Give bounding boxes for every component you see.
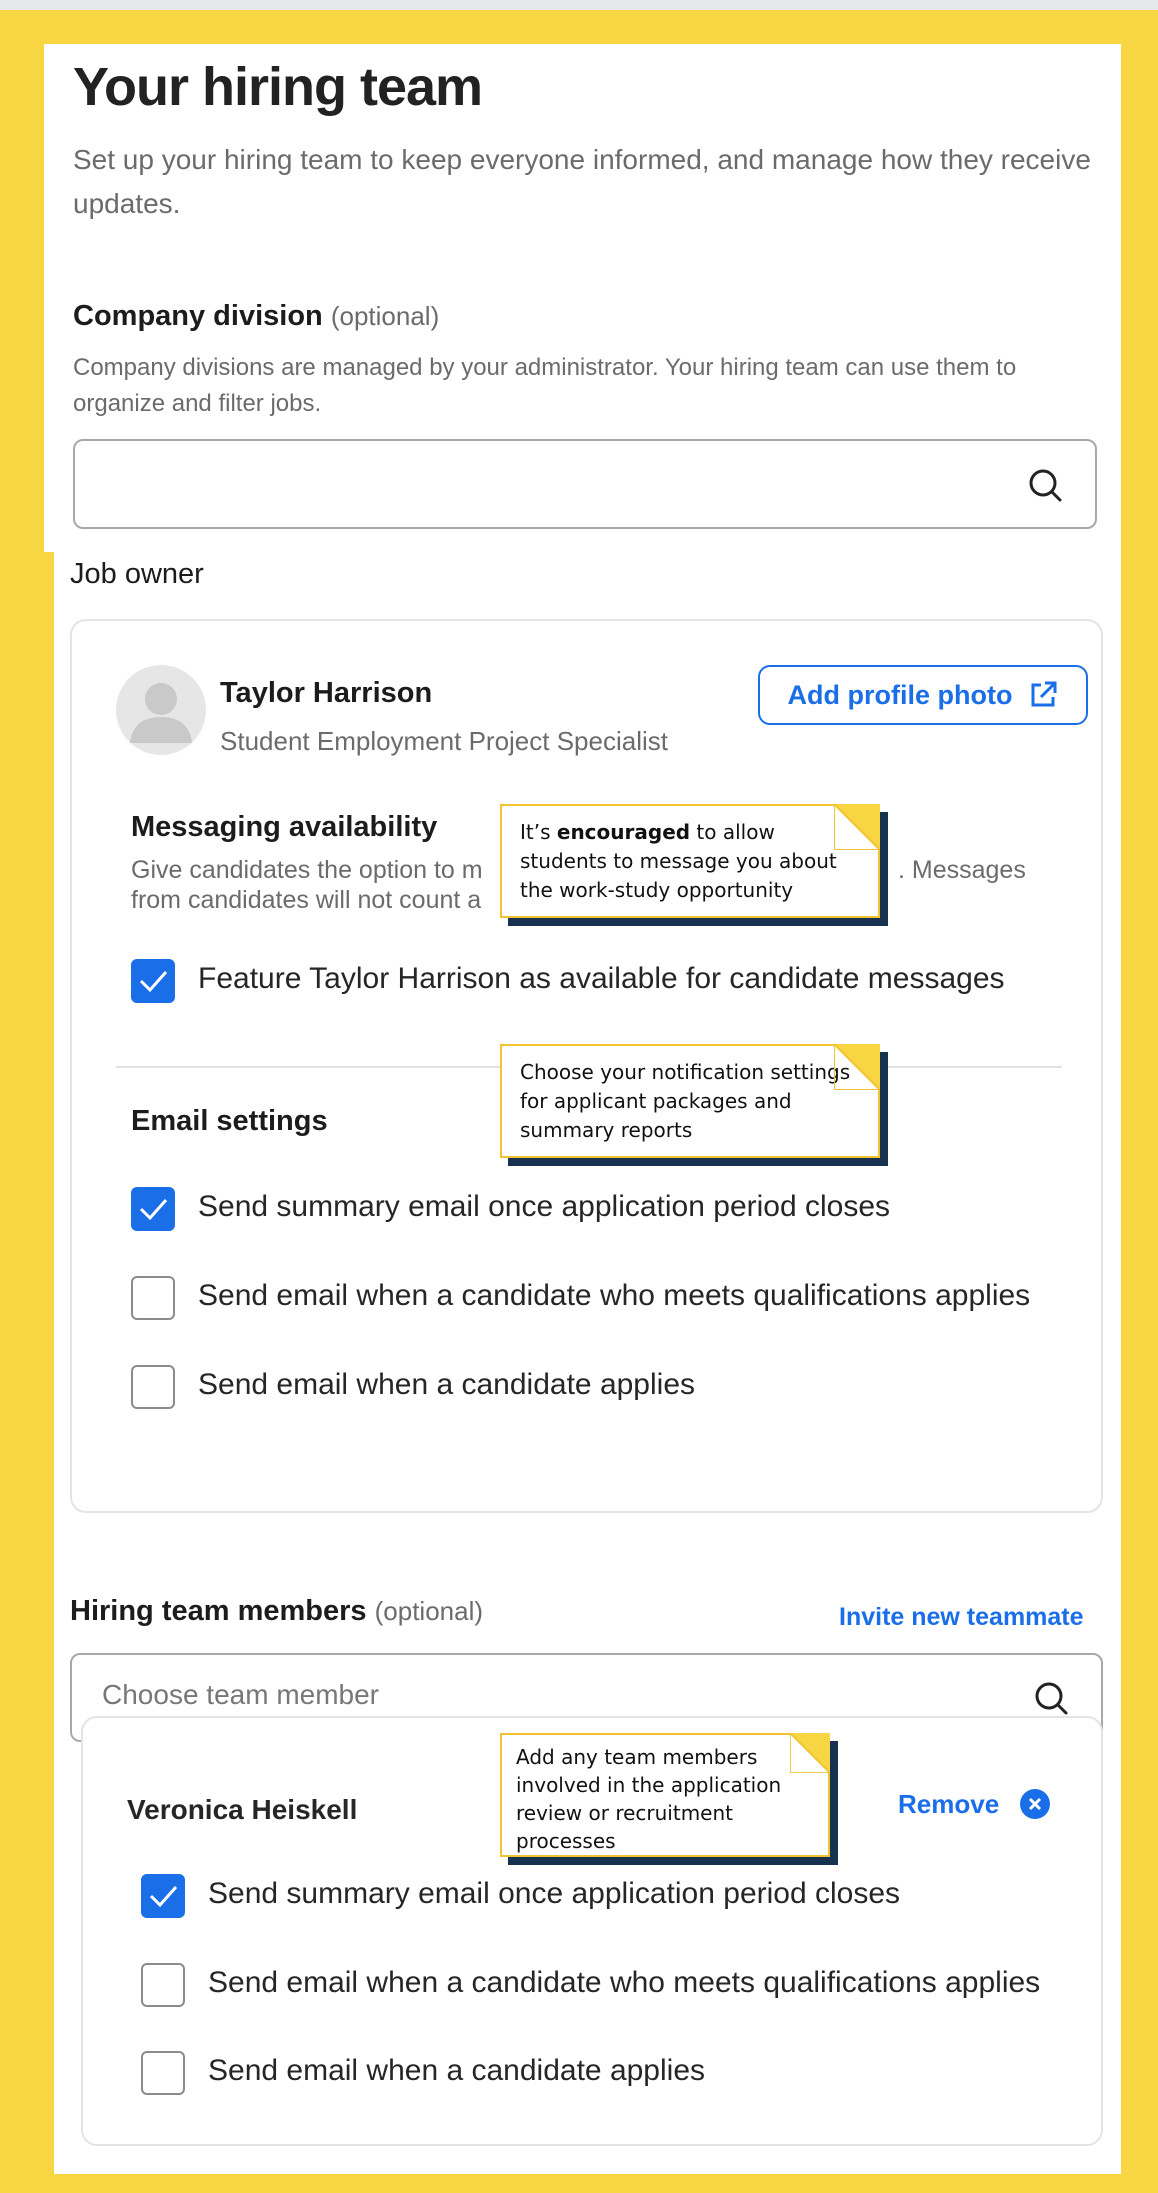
messaging-title: Messaging availability	[131, 811, 438, 843]
optional-tag: (optional)	[330, 301, 440, 331]
feature-owner-checkbox[interactable]	[131, 959, 175, 1003]
search-icon[interactable]	[1025, 465, 1065, 505]
company-division-input[interactable]	[73, 439, 1097, 529]
email-settings-title: Email settings	[131, 1105, 328, 1137]
messaging-help-line2: from candidates will not count a	[131, 886, 482, 914]
owner-qualified-email-label: Send email when a candidate who meets qu…	[198, 1279, 1031, 1312]
owner-any-applicant-email-checkbox[interactable]	[131, 1365, 175, 1409]
page-subtitle: Set up your hiring team to keep everyone…	[73, 144, 1091, 219]
team-annotation-note: Add any team members involved in the app…	[500, 1733, 830, 1857]
invite-teammate-link[interactable]: Invite new teammate	[839, 1603, 1084, 1632]
checkmark-icon	[149, 1886, 178, 1908]
messaging-note-pre: It’s	[520, 820, 557, 844]
owner-summary-email-label: Send summary email once application peri…	[198, 1190, 891, 1223]
page-title: Your hiring team	[73, 57, 483, 117]
member-any-applicant-email-checkbox[interactable]	[141, 2051, 185, 2095]
owner-qualified-email-checkbox[interactable]	[131, 1276, 175, 1320]
checkmark-icon	[139, 971, 168, 993]
messaging-help-line1-end: . Messages	[898, 856, 1026, 884]
member-any-applicant-email-label: Send email when a candidate applies	[208, 2054, 706, 2087]
owner-summary-email-checkbox[interactable]	[131, 1187, 175, 1231]
owner-role: Student Employment Project Specialist	[220, 726, 668, 756]
remove-member-button[interactable]: Remove	[898, 1788, 1051, 1820]
member-summary-email-checkbox[interactable]	[141, 1874, 185, 1918]
messaging-help-line1: Give candidates the option to m	[131, 856, 483, 884]
frame-edge	[44, 552, 54, 2174]
hiring-team-label-text: Hiring team members	[70, 1595, 367, 1627]
folded-corner-icon	[834, 1044, 880, 1090]
messaging-note-bold: encouraged	[556, 820, 691, 844]
member-qualified-email-checkbox[interactable]	[141, 1963, 185, 2007]
member-qualified-email-label: Send email when a candidate who meets qu…	[208, 1966, 1041, 1999]
member-summary-email-label: Send summary email once application peri…	[208, 1877, 901, 1910]
checkmark-icon	[139, 1199, 168, 1221]
folded-corner-icon	[790, 1733, 830, 1773]
messaging-annotation-note: It’s encouraged to allow students to mes…	[500, 804, 880, 918]
email-note-text: Choose your notification settings for ap…	[520, 1060, 851, 1142]
external-link-icon	[1031, 681, 1057, 707]
owner-any-applicant-email-label: Send email when a candidate applies	[198, 1368, 696, 1401]
avatar	[116, 665, 206, 755]
folded-corner-icon	[834, 804, 880, 850]
optional-tag: (optional)	[374, 1596, 484, 1626]
close-circle-icon	[1020, 1789, 1051, 1819]
add-profile-photo-button[interactable]: Add profile photo	[758, 665, 1088, 725]
remove-label: Remove	[898, 1788, 1000, 1819]
email-annotation-note: Choose your notification settings for ap…	[500, 1044, 880, 1158]
job-owner-label: Job owner	[70, 558, 204, 590]
company-division-label: Company division (optional)	[73, 300, 439, 333]
hiring-team-label: Hiring team members (optional)	[70, 1595, 483, 1628]
team-note-text: Add any team members involved in the app…	[516, 1745, 782, 1853]
search-icon[interactable]	[1031, 1678, 1071, 1718]
team-member-name: Veronica Heiskell	[127, 1794, 358, 1825]
team-member-search-placeholder: Choose team member	[102, 1679, 380, 1710]
company-division-help: Company divisions are managed by your ad…	[73, 354, 1017, 417]
feature-owner-label: Feature Taylor Harrison as available for…	[198, 962, 1005, 995]
company-division-label-text: Company division	[73, 300, 323, 332]
top-strip	[0, 0, 1158, 10]
person-icon	[130, 683, 192, 743]
owner-name: Taylor Harrison	[220, 677, 433, 709]
add-profile-photo-label: Add profile photo	[787, 679, 1013, 710]
